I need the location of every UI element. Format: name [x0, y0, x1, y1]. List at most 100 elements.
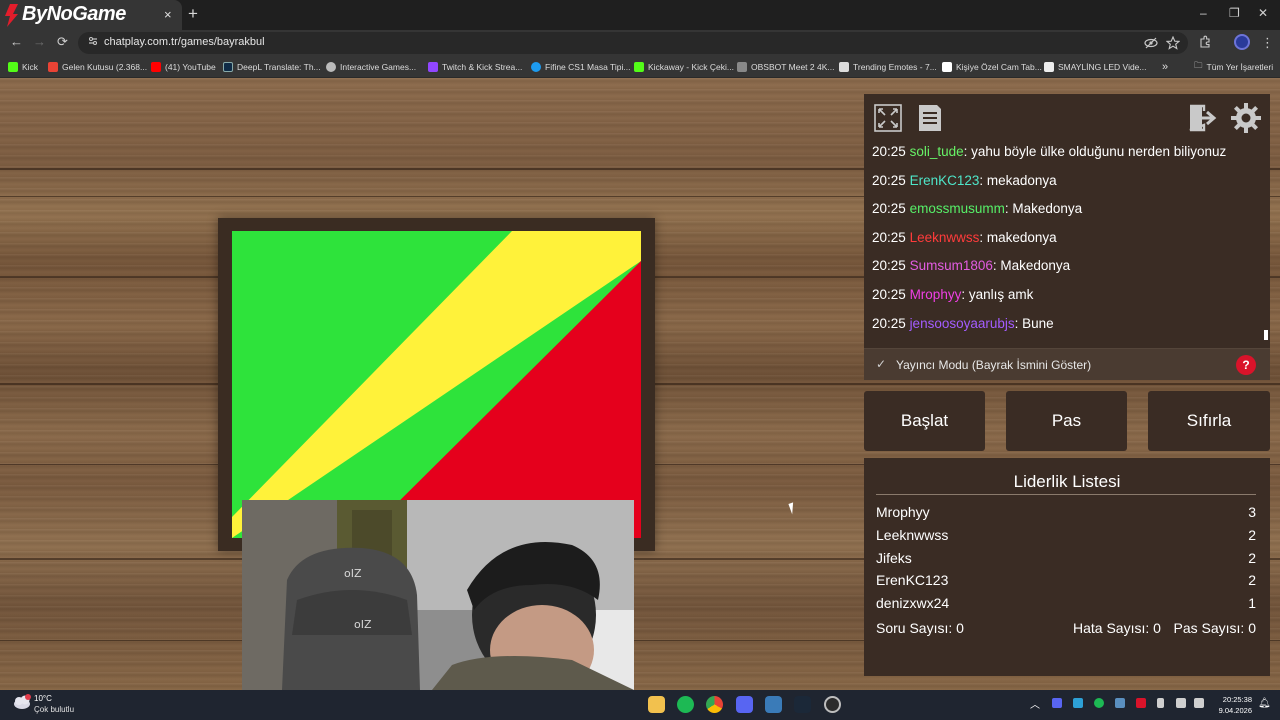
bookmark-kick[interactable]: Kick: [8, 60, 38, 74]
discord-icon[interactable]: [736, 696, 753, 713]
reload-button[interactable]: ⟳: [57, 34, 68, 50]
volume-icon[interactable]: [1194, 698, 1204, 708]
question-count: Soru Sayısı: 0: [876, 620, 964, 636]
display-icon[interactable]: [1176, 698, 1186, 708]
chat-scrollbar[interactable]: [1264, 330, 1268, 340]
weather-temperature[interactable]: 10°C: [34, 694, 52, 703]
folder-icon: 🗀: [1194, 60, 1203, 70]
active-tab[interactable]: ByNoGame ×: [0, 0, 182, 30]
browser-tab-bar: ByNoGame × + – ❐ ✕: [0, 0, 1280, 30]
bookmark-fifine[interactable]: Fifine CS1 Masa Tipi...: [531, 60, 631, 74]
minimize-button[interactable]: –: [1200, 6, 1207, 20]
streamer-mode-label: Yayıncı Modu (Bayrak İsmini Göster): [896, 358, 1092, 372]
chat-username[interactable]: emossmusumm: [910, 201, 1005, 216]
forward-button[interactable]: →: [33, 34, 46, 49]
gmail-icon: [48, 62, 58, 72]
new-tab-button[interactable]: +: [188, 4, 198, 24]
browser-menu-icon[interactable]: ⋮: [1261, 35, 1274, 51]
bookmark-gmail[interactable]: Gelen Kutusu (2.368...: [48, 60, 147, 74]
tray-record-icon[interactable]: [1136, 698, 1146, 708]
pass-button[interactable]: Pas: [1006, 391, 1127, 451]
game-stats: Soru Sayısı: 0 Hata Sayısı: 0 Pas Sayısı…: [876, 620, 1256, 640]
clock-date: 9.04.2026: [1218, 706, 1252, 715]
settings-gear-icon[interactable]: [1230, 102, 1262, 134]
chat-username[interactable]: soli_tude: [910, 144, 964, 159]
chat-username[interactable]: Mrophyy: [910, 287, 962, 302]
reset-button[interactable]: Sıfırla: [1148, 391, 1270, 451]
spotify-icon[interactable]: [677, 696, 694, 713]
url-text[interactable]: chatplay.com.tr/games/bayrakbul: [104, 36, 265, 48]
fullscreen-icon[interactable]: [872, 102, 904, 134]
tray-app-icon[interactable]: [1073, 698, 1083, 708]
player-score: 2: [1248, 549, 1256, 566]
bookmark-twitch-kick[interactable]: Twitch & Kick Strea...: [428, 60, 522, 74]
network-app-icon[interactable]: [765, 696, 782, 713]
bynogame-logo-icon: [5, 4, 18, 27]
start-button[interactable]: Başlat: [864, 391, 985, 451]
mountain-icon: [942, 62, 952, 72]
bookmark-star-icon[interactable]: [1166, 36, 1180, 50]
logout-icon[interactable]: [1186, 102, 1218, 134]
kick-icon: [8, 62, 18, 72]
game-page: oIZ oIZ 20:25 soli_tude: yahu böyle ülke…: [0, 78, 1280, 690]
omnibox[interactable]: chatplay.com.tr/games/bayrakbul: [78, 32, 1188, 54]
bookmark-obsbot[interactable]: OBSBOT Meet 2 4K...: [737, 60, 834, 74]
bookmark-interactive-games[interactable]: Interactive Games...: [326, 60, 416, 74]
bookmark-smayling[interactable]: SMAYLİNG LED Vide...: [1044, 60, 1147, 74]
bookmark-youtube[interactable]: (41) YouTube: [151, 60, 216, 74]
player-name: denizxwx24: [876, 595, 950, 612]
system-clock[interactable]: 20:25:38 9.04.2026: [1212, 694, 1252, 716]
bookmark-kickaway[interactable]: Kickaway - Kick Çeki...: [634, 60, 734, 74]
leaderboard-title: Liderlik Listesi: [1013, 472, 1121, 491]
tray-discord-icon[interactable]: [1052, 698, 1062, 708]
pass-count: Pas Sayısı: 0: [1173, 620, 1256, 636]
back-button[interactable]: ←: [10, 34, 23, 49]
tab-close-icon[interactable]: ×: [164, 7, 172, 22]
tray-overflow-icon[interactable]: ︿: [1030, 696, 1040, 711]
file-explorer-icon[interactable]: [648, 696, 665, 713]
address-bar: ← → ⟳ chatplay.com.tr/games/bayrakbul: [0, 30, 1280, 56]
profile-avatar[interactable]: [1234, 34, 1250, 50]
chat-message: 20:25 emossmusumm: Makedonya: [872, 201, 1083, 217]
list-document-icon[interactable]: [913, 102, 945, 134]
all-bookmarks[interactable]: 🗀 Tüm Yer İşaretleri: [1194, 60, 1273, 74]
chat-message: 20:25 Mrophyy: yanlış amk: [872, 286, 1034, 302]
extensions-icon[interactable]: [1198, 35, 1212, 49]
chat-username[interactable]: Leeknwwss: [910, 230, 980, 245]
leaderboard-row: Leeknwwss 2: [876, 527, 1256, 550]
chat-message: 20:25 Sumsum1806: Makedonya: [872, 258, 1071, 274]
smayling-icon: [1044, 62, 1054, 72]
bookmark-cam-tablo[interactable]: Kişiye Özel Cam Tab...: [942, 60, 1042, 74]
tab-title: ByNoGame: [22, 3, 126, 25]
bookmark-trending-emotes[interactable]: Trending Emotes - 7...: [839, 60, 937, 74]
chat-username[interactable]: jensoosoyaarubjs: [910, 316, 1015, 331]
maximize-button[interactable]: ❐: [1229, 6, 1240, 20]
notification-bell-icon[interactable]: 🔔︎: [1258, 698, 1271, 709]
streamer-mode-toggle[interactable]: ✓ Yayıncı Modu (Bayrak İsmini Göster) ?: [864, 348, 1270, 380]
bookmark-deepl[interactable]: DeepL Translate: Th...: [223, 60, 321, 74]
chrome-icon[interactable]: [706, 696, 723, 713]
chat-username[interactable]: ErenKC123: [910, 173, 980, 188]
player-score: 2: [1248, 572, 1256, 589]
site-info-icon[interactable]: [87, 35, 99, 47]
eye-off-icon[interactable]: [1144, 36, 1158, 50]
tray-spotify-icon[interactable]: [1094, 698, 1104, 708]
weather-description[interactable]: Çok bulutlu: [34, 705, 74, 714]
webcam-feed: oIZ oIZ: [242, 500, 634, 690]
leaderboard-row: denizxwx24 1: [876, 595, 1256, 618]
leaderboard-row: ErenKC123 2: [876, 572, 1256, 595]
cloud-icon[interactable]: [12, 694, 32, 710]
chat-username[interactable]: Sumsum1806: [910, 258, 993, 273]
bookmarks-overflow-button[interactable]: »: [1162, 60, 1168, 74]
player-name: Jifeks: [876, 549, 912, 566]
twitch-icon: [428, 62, 438, 72]
microphone-icon[interactable]: [1157, 698, 1164, 708]
close-window-button[interactable]: ✕: [1258, 6, 1268, 20]
chat-message: 20:25 jensoosoyaarubjs: Bune: [872, 315, 1054, 331]
steam-icon[interactable]: [794, 696, 811, 713]
obs-icon[interactable]: [824, 696, 841, 713]
youtube-icon: [151, 62, 161, 72]
tray-steam-icon[interactable]: [1115, 698, 1125, 708]
check-icon[interactable]: ✓: [876, 357, 886, 371]
help-icon[interactable]: ?: [1236, 355, 1256, 375]
